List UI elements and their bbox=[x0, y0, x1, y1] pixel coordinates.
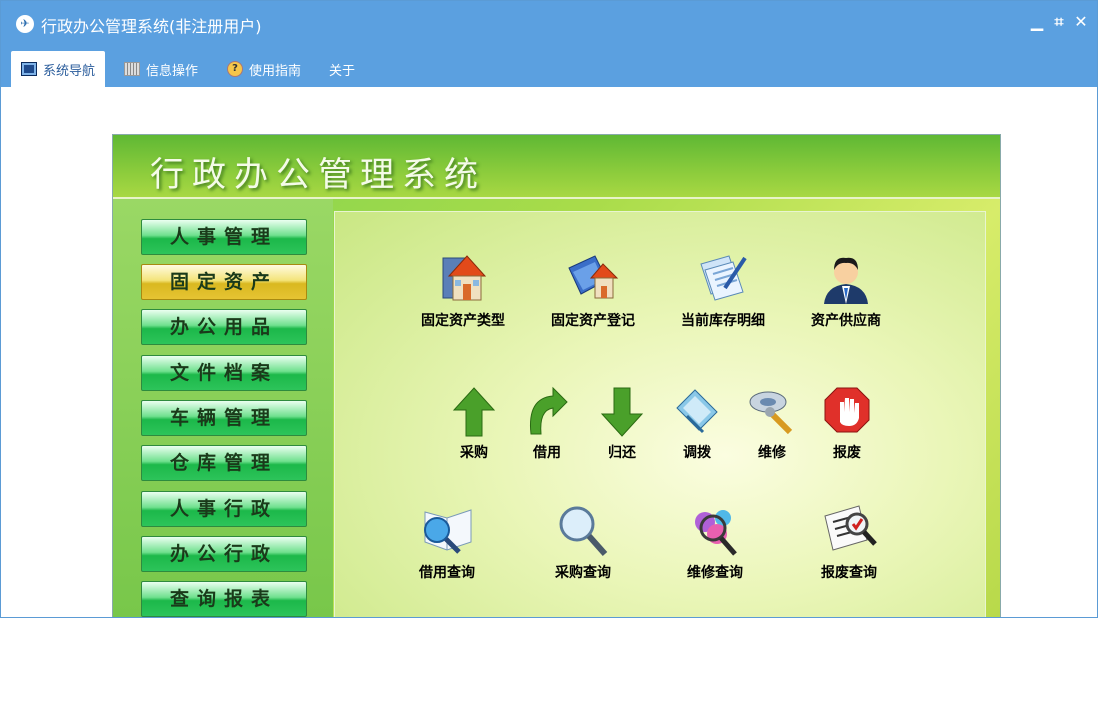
item-label: 归还 bbox=[608, 445, 636, 461]
main-window: ✈ 行政办公管理系统(非注册用户) ▁ ⌗ ✕ 系统导航 信息操作 ? 使用指南… bbox=[0, 0, 1098, 618]
monitor-icon bbox=[21, 62, 37, 76]
gears-magnifier-icon bbox=[695, 510, 737, 556]
sidebar-item-reports[interactable]: 查询报表 bbox=[141, 581, 307, 617]
item-label: 资产供应商 bbox=[811, 313, 881, 329]
asset-type-item[interactable]: 固定资产类型 bbox=[421, 250, 505, 330]
close-icon[interactable]: ✕ bbox=[1073, 11, 1089, 33]
purchase-query-item[interactable]: 采购查询 bbox=[555, 502, 611, 582]
list-magnifier-icon bbox=[824, 505, 877, 551]
curved-arrow-icon bbox=[529, 386, 568, 435]
tab-label: 关于 bbox=[329, 63, 356, 79]
scrap-query-item[interactable]: 报废查询 bbox=[821, 502, 877, 582]
transfer-icon bbox=[676, 389, 718, 434]
tab-label: 使用指南 bbox=[249, 63, 302, 79]
item-label: 固定资产类型 bbox=[421, 313, 505, 329]
house-folder-icon bbox=[568, 255, 619, 299]
transfer-item[interactable]: 调拨 bbox=[673, 386, 721, 462]
item-label: 借用查询 bbox=[419, 565, 475, 581]
main-panel: 行政办公管理系统 人事管理 固定资产 办公用品 文件档案 车辆管理 仓库管理 人… bbox=[112, 134, 1001, 617]
tab-user-guide[interactable]: ? 使用指南 bbox=[217, 51, 311, 87]
arrow-down-icon bbox=[600, 387, 644, 437]
sidebar-item-vehicles[interactable]: 车辆管理 bbox=[141, 400, 307, 436]
item-label: 当前库存明细 bbox=[681, 313, 765, 329]
content-area: 固定资产类型 固定资产登记 当前库存明细 资产供应商 采购 借用 归还 调拨 维… bbox=[334, 211, 986, 617]
window-title: 行政办公管理系统(非注册用户) bbox=[41, 17, 262, 36]
item-label: 采购 bbox=[460, 445, 488, 461]
tab-label: 信息操作 bbox=[146, 63, 199, 79]
scrap-item[interactable]: 报废 bbox=[823, 386, 871, 462]
arrow-up-icon bbox=[452, 387, 496, 437]
banner-title: 行政办公管理系统 bbox=[150, 155, 486, 195]
magnifier-icon bbox=[559, 506, 608, 556]
asset-register-item[interactable]: 固定资产登记 bbox=[551, 250, 635, 330]
return-item[interactable]: 归还 bbox=[598, 386, 646, 462]
tab-label: 系统导航 bbox=[43, 63, 96, 79]
person-icon bbox=[824, 257, 868, 304]
documents-pen-icon bbox=[700, 255, 747, 301]
tab-info-ops[interactable]: 信息操作 bbox=[114, 51, 208, 87]
sidebar-item-office-supplies[interactable]: 办公用品 bbox=[141, 309, 307, 345]
sidebar-item-hr-admin[interactable]: 人事行政 bbox=[141, 491, 307, 527]
help-icon: ? bbox=[227, 61, 243, 77]
window-controls: ▁ ⌗ ✕ bbox=[1029, 11, 1089, 33]
item-label: 固定资产登记 bbox=[551, 313, 635, 329]
title-bar[interactable]: ✈ 行政办公管理系统(非注册用户) ▁ ⌗ ✕ bbox=[1, 1, 1097, 45]
tab-about[interactable]: 关于 bbox=[319, 51, 365, 87]
purchase-item[interactable]: 采购 bbox=[450, 386, 498, 462]
item-label: 报废查询 bbox=[821, 565, 877, 581]
wrench-icon bbox=[749, 391, 793, 435]
sidebar-item-warehouse[interactable]: 仓库管理 bbox=[141, 445, 307, 481]
stop-hand-icon bbox=[824, 387, 870, 433]
sidebar-item-personnel[interactable]: 人事管理 bbox=[141, 219, 307, 255]
item-label: 调拨 bbox=[683, 445, 711, 461]
banner: 行政办公管理系统 bbox=[113, 135, 1000, 199]
sidebar-item-office-admin[interactable]: 办公行政 bbox=[141, 536, 307, 572]
item-label: 采购查询 bbox=[555, 565, 611, 581]
sidebar-item-fixed-assets[interactable]: 固定资产 bbox=[141, 264, 307, 300]
item-label: 维修查询 bbox=[687, 565, 743, 581]
inventory-detail-item[interactable]: 当前库存明细 bbox=[681, 250, 765, 330]
menu-bar: 系统导航 信息操作 ? 使用指南 关于 bbox=[1, 45, 1097, 87]
restore-icon[interactable]: ⌗ bbox=[1051, 11, 1067, 33]
tab-system-nav[interactable]: 系统导航 bbox=[11, 51, 106, 87]
supplier-item[interactable]: 资产供应商 bbox=[811, 250, 881, 330]
sidebar-item-documents[interactable]: 文件档案 bbox=[141, 355, 307, 391]
house-book-icon bbox=[442, 255, 487, 301]
borrow-query-item[interactable]: 借用查询 bbox=[419, 502, 475, 582]
grid-icon bbox=[124, 62, 140, 76]
minimize-icon[interactable]: ▁ bbox=[1029, 11, 1045, 33]
borrow-item[interactable]: 借用 bbox=[523, 386, 571, 462]
item-label: 借用 bbox=[533, 445, 561, 461]
repair-item[interactable]: 维修 bbox=[748, 386, 796, 462]
item-label: 报废 bbox=[833, 445, 861, 461]
sidebar: 人事管理 固定资产 办公用品 文件档案 车辆管理 仓库管理 人事行政 办公行政 … bbox=[113, 199, 333, 617]
book-magnifier-icon bbox=[424, 509, 472, 554]
app-logo-icon: ✈ bbox=[16, 15, 34, 33]
item-label: 维修 bbox=[758, 445, 786, 461]
repair-query-item[interactable]: 维修查询 bbox=[687, 502, 743, 582]
